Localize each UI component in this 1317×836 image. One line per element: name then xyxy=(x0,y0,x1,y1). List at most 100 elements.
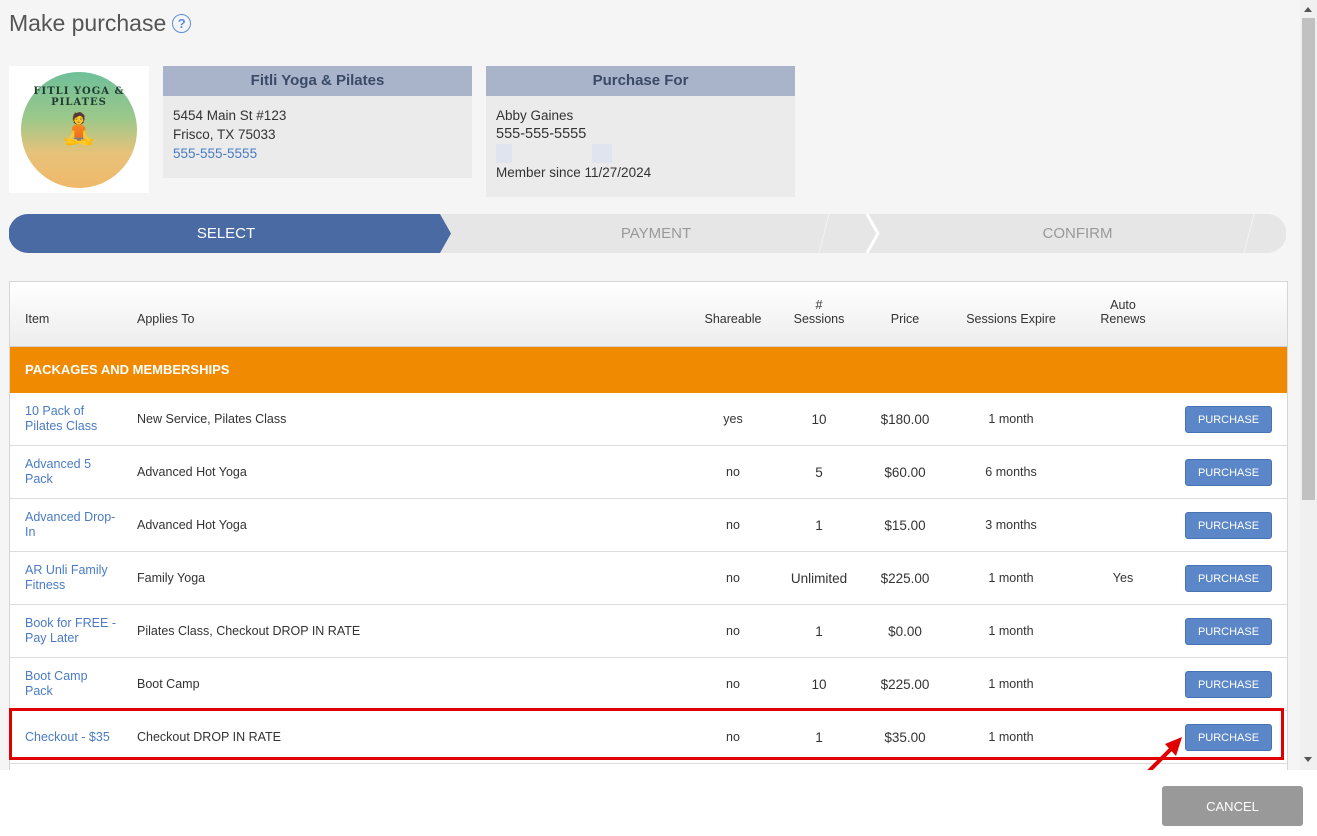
vertical-scrollbar[interactable] xyxy=(1300,0,1317,770)
purchase-for-heading: Purchase For xyxy=(486,66,795,96)
sessions-value: 1 xyxy=(815,517,823,533)
sessions-value: 1 xyxy=(815,729,823,745)
shareable-value: no xyxy=(726,518,740,532)
applies-to: Pilates Class, Checkout DROP IN RATE xyxy=(137,624,361,638)
purchase-button[interactable]: PURCHASE xyxy=(1185,406,1272,433)
packages-table: Item Applies To Shareable # Sessions Pri… xyxy=(9,281,1288,773)
purchase-for-card: Purchase For Abby Gaines 555-555-5555 Me… xyxy=(486,66,795,197)
meditation-figure-icon: 🧘 xyxy=(60,113,98,146)
price-value: $15.00 xyxy=(884,517,926,533)
step-payment[interactable]: PAYMENT xyxy=(443,214,869,253)
expire-value: 1 month xyxy=(988,730,1034,744)
item-link[interactable]: Checkout - $35 xyxy=(25,730,117,745)
item-link[interactable]: Book for FREE - Pay Later xyxy=(25,616,117,646)
item-link[interactable]: Advanced 5 Pack xyxy=(25,457,117,487)
item-link[interactable]: Boot Camp Pack xyxy=(25,669,117,699)
applies-to: Advanced Hot Yoga xyxy=(137,518,247,532)
auto-renews-value xyxy=(1088,393,1158,445)
studio-address-line1: 5454 Main St #123 xyxy=(173,108,287,123)
shareable-value: no xyxy=(726,571,740,585)
item-link[interactable]: AR Unli Family Fitness xyxy=(25,563,117,593)
price-value: $180.00 xyxy=(880,411,930,427)
page-title: Make purchase ? xyxy=(9,10,192,37)
table-row: AR Unli Family Fitness Family Yoga no Unlim… xyxy=(10,552,1287,605)
applies-to: Advanced Hot Yoga xyxy=(137,465,247,479)
table-header: Item Applies To Shareable # Sessions Pri… xyxy=(10,282,1287,347)
col-price: Price xyxy=(890,312,920,326)
expire-value: 1 month xyxy=(988,677,1034,691)
shareable-value: no xyxy=(726,677,740,691)
shareable-value: no xyxy=(726,730,740,744)
shareable-value: yes xyxy=(723,412,743,426)
shareable-value: no xyxy=(726,465,740,479)
member-since: Member since 11/27/2024 xyxy=(496,165,652,180)
purchase-button[interactable]: PURCHASE xyxy=(1185,671,1272,698)
expire-value: 1 month xyxy=(988,571,1034,585)
col-item: Item xyxy=(25,312,50,326)
expire-value: 3 months xyxy=(985,518,1037,532)
table-row: Checkout - $35 Checkout DROP IN RATE no 1 $3… xyxy=(10,711,1287,764)
step-confirm[interactable]: CONFIRM xyxy=(869,214,1286,253)
member-phone: 555-555-5555 xyxy=(496,126,587,142)
applies-to: Checkout DROP IN RATE xyxy=(137,730,282,744)
purchase-button[interactable]: PURCHASE xyxy=(1185,724,1272,751)
studio-name: Fitli Yoga & Pilates xyxy=(163,66,472,96)
auto-renews-value xyxy=(1088,499,1158,551)
item-link[interactable]: 10 Pack of Pilates Class xyxy=(25,404,117,434)
price-value: $225.00 xyxy=(880,676,930,692)
col-expire: Sessions Expire xyxy=(966,312,1056,326)
col-auto-renews: Auto Renews xyxy=(1088,298,1158,326)
price-value: $35.00 xyxy=(884,729,926,745)
col-shareable: Shareable xyxy=(704,312,762,326)
col-sessions-l1: # xyxy=(815,298,823,312)
expire-value: 1 month xyxy=(988,412,1034,426)
applies-to: Family Yoga xyxy=(137,571,206,585)
applies-to: Boot Camp xyxy=(137,677,200,691)
sessions-value: Unlimited xyxy=(790,570,848,586)
footer xyxy=(0,770,1317,836)
table-row: Advanced Drop-In Advanced Hot Yoga no 1 $15.… xyxy=(10,499,1287,552)
auto-renews-value: Yes xyxy=(1112,571,1134,585)
shareable-value: no xyxy=(726,624,740,638)
scroll-down-icon[interactable] xyxy=(1304,757,1312,762)
studio-logo: FITLI YOGA & PILATES 🧘 xyxy=(9,66,149,193)
col-auto-l1: Auto xyxy=(1110,298,1136,312)
cancel-button[interactable]: CANCEL xyxy=(1162,786,1303,826)
sessions-value: 10 xyxy=(811,676,827,692)
sessions-value: 5 xyxy=(815,464,823,480)
item-link[interactable]: Advanced Drop-In xyxy=(25,510,117,540)
sessions-value: 1 xyxy=(815,623,823,639)
auto-renews-value xyxy=(1088,446,1158,498)
price-value: $60.00 xyxy=(884,464,926,480)
member-name: Abby Gaines xyxy=(496,108,574,123)
col-sessions-l2: Sessions xyxy=(793,312,845,326)
table-row: Book for FREE - Pay Later Pilates Class, … xyxy=(10,605,1287,658)
sessions-value: 10 xyxy=(811,411,827,427)
redacted-info xyxy=(496,144,785,163)
scroll-up-icon[interactable] xyxy=(1304,7,1312,12)
step-select[interactable]: SELECT xyxy=(9,214,443,253)
studio-phone-link[interactable]: 555-555-5555 xyxy=(173,144,462,163)
auto-renews-value xyxy=(1088,605,1158,657)
purchase-steps: SELECT PAYMENT CONFIRM xyxy=(9,214,1286,253)
table-row: Boot Camp Pack Boot Camp no 10 $225.00 1 mont… xyxy=(10,658,1287,711)
auto-renews-value xyxy=(1088,658,1158,710)
applies-to: New Service, Pilates Class xyxy=(137,412,287,426)
col-applies-to: Applies To xyxy=(137,312,195,326)
section-header: PACKAGES AND MEMBERSHIPS xyxy=(10,347,1287,393)
scroll-thumb[interactable] xyxy=(1302,18,1315,500)
table-row: 10 Pack of Pilates Class New Service, Pil… xyxy=(10,393,1287,446)
studio-card: Fitli Yoga & Pilates 5454 Main St #123 F… xyxy=(163,66,472,178)
purchase-button[interactable]: PURCHASE xyxy=(1185,459,1272,486)
purchase-button[interactable]: PURCHASE xyxy=(1185,565,1272,592)
purchase-button[interactable]: PURCHASE xyxy=(1185,512,1272,539)
price-value: $225.00 xyxy=(880,570,930,586)
help-icon[interactable]: ? xyxy=(172,14,192,33)
col-sessions: # Sessions xyxy=(784,298,854,326)
expire-value: 6 months xyxy=(985,465,1037,479)
table-row: Advanced 5 Pack Advanced Hot Yoga no 5 $60.0… xyxy=(10,446,1287,499)
expire-value: 1 month xyxy=(988,624,1034,638)
col-auto-l2: Renews xyxy=(1100,312,1146,326)
page-title-text: Make purchase xyxy=(9,10,167,36)
purchase-button[interactable]: PURCHASE xyxy=(1185,618,1272,645)
